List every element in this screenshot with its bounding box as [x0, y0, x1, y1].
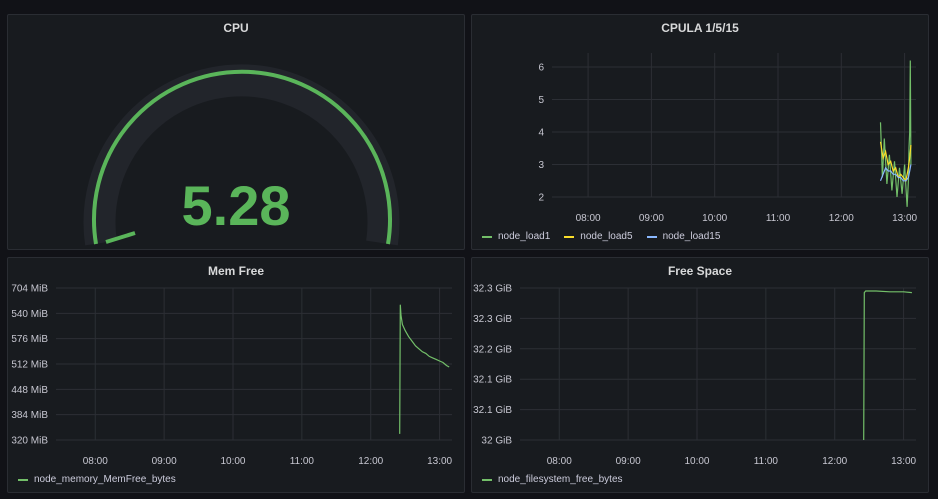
x-tick-label: 12:00 — [822, 456, 847, 467]
x-tick-label: 08:00 — [547, 456, 572, 467]
y-tick-label: 320 MiB — [11, 436, 48, 447]
y-tick-label: 32.3 GiB — [473, 314, 512, 325]
x-tick-label: 09:00 — [639, 213, 664, 224]
load-panel[interactable]: CPULA 1/5/15 2 3 4 5 6 08:00 09:00 10:00 11:00 12… — [471, 14, 929, 250]
x-tick-label: 10:00 — [702, 213, 727, 224]
series-line-node-filesystem-free-bytes[interactable] — [863, 290, 912, 441]
x-tick-label: 08:00 — [576, 213, 601, 224]
x-tick-label: 13:00 — [427, 456, 452, 467]
legend: node_load1 node_load5 node_load15 — [482, 231, 720, 242]
x-tick-label: 11:00 — [766, 213, 791, 224]
y-tick-label: 32.3 GiB — [473, 284, 512, 295]
mem-chart: 320 MiB 384 MiB 448 MiB 512 MiB 576 MiB 540 M… — [11, 284, 452, 468]
y-tick-label: 5 — [538, 95, 544, 106]
y-tick-label: 32.1 GiB — [473, 375, 512, 386]
legend-swatch — [482, 235, 492, 238]
legend-label: node_load5 — [580, 231, 633, 242]
gauge-value: 5.28 — [181, 174, 291, 237]
y-tick-label: 32 GiB — [481, 436, 512, 447]
cpu-panel[interactable]: CPU 5.28 — [7, 14, 465, 250]
x-tick-label: 11:00 — [290, 456, 315, 467]
y-tick-label: 512 MiB — [11, 360, 48, 371]
disk-panel[interactable]: Free Space 32 GiB 32.1 GiB 32.1 GiB 32.2 Gi… — [471, 257, 929, 493]
y-tick-label: 384 MiB — [11, 410, 48, 421]
x-tick-label: 11:00 — [754, 456, 779, 467]
x-tick-label: 08:00 — [83, 456, 108, 467]
x-tick-label: 10:00 — [220, 456, 245, 467]
mem-panel[interactable]: Mem Free 320 MiB 384 MiB 448 MiB 512 MiB 576… — [7, 257, 465, 493]
x-tick-label: 10:00 — [684, 456, 709, 467]
legend-item-node-load1[interactable]: node_load1 — [482, 231, 550, 242]
legend-swatch — [646, 235, 657, 238]
legend-label: node_memory_MemFree_bytes — [34, 474, 176, 485]
y-tick-label: 448 MiB — [11, 385, 48, 396]
y-tick-label: 576 MiB — [11, 334, 48, 345]
series-line-node-load1[interactable] — [879, 60, 912, 207]
x-tick-label: 13:00 — [892, 213, 917, 224]
legend-item-node-load5[interactable]: node_load5 — [564, 231, 633, 242]
y-tick-label: 4 — [538, 128, 544, 139]
disk-chart: 32 GiB 32.1 GiB 32.1 GiB 32.2 GiB 32.3 GiB 32… — [473, 284, 916, 468]
load-chart: 2 3 4 5 6 08:00 09:00 10:00 11:00 12:00 13:00 — [538, 53, 918, 224]
y-tick-label: 2 — [538, 193, 544, 204]
y-tick-label: 32.1 GiB — [473, 405, 512, 416]
x-tick-label: 13:00 — [891, 456, 916, 467]
y-tick-label: 32.2 GiB — [473, 344, 512, 355]
y-tick-label: 540 MiB — [11, 309, 48, 320]
legend-swatch — [564, 235, 575, 238]
y-tick-label: 3 — [538, 160, 544, 171]
legend-label: node_filesystem_free_bytes — [498, 474, 623, 485]
x-tick-label: 12:00 — [358, 456, 383, 467]
legend-swatch — [18, 478, 28, 481]
legend: node_memory_MemFree_bytes — [18, 474, 176, 485]
x-tick-label: 09:00 — [616, 456, 641, 467]
x-tick-label: 09:00 — [152, 456, 177, 467]
legend-label: node_load15 — [662, 231, 721, 242]
legend-label: node_load1 — [498, 231, 551, 242]
legend: node_filesystem_free_bytes — [482, 474, 623, 485]
x-tick-label: 12:00 — [829, 213, 854, 224]
y-tick-label: 6 — [538, 63, 544, 74]
legend-item-memfree[interactable]: node_memory_MemFree_bytes — [18, 474, 176, 485]
legend-item-node-load15[interactable]: node_load15 — [646, 231, 721, 242]
legend-swatch — [482, 478, 492, 481]
legend-item-fs-free[interactable]: node_filesystem_free_bytes — [482, 474, 623, 485]
y-tick-label: 704 MiB — [11, 284, 48, 295]
